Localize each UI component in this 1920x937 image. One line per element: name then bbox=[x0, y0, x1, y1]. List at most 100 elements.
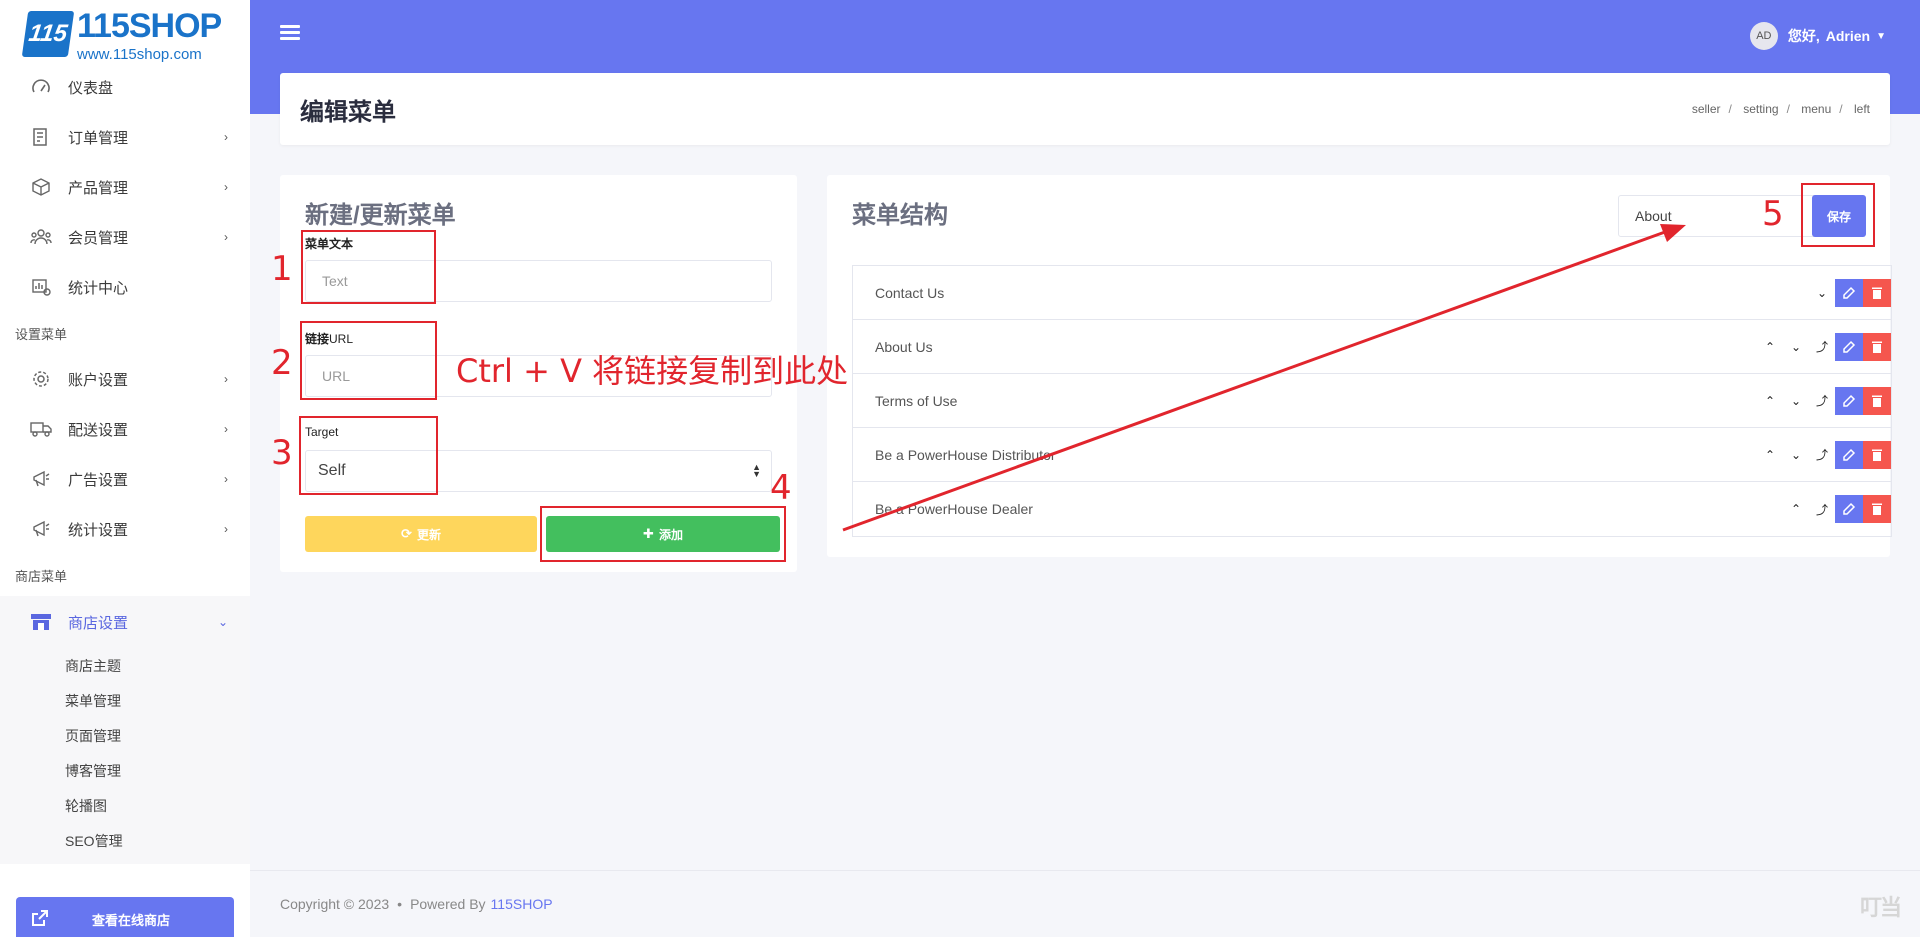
annotation-number-3: 3 bbox=[271, 433, 293, 473]
sidebar-item-settings-2[interactable]: 广告设置 › bbox=[0, 454, 250, 504]
copyright: Copyright © 2023 bbox=[280, 896, 390, 912]
section-settings: 设置菜单 bbox=[15, 326, 68, 342]
chevron-down-icon[interactable]: ⌄ bbox=[1809, 286, 1835, 300]
edit-icon[interactable] bbox=[1835, 332, 1863, 361]
chevron-up-icon[interactable]: ⌃ bbox=[1757, 340, 1783, 354]
avatar: AD bbox=[1749, 22, 1778, 50]
annotation-box-3 bbox=[299, 416, 438, 495]
visit-store-label: 查看在线商店 bbox=[91, 912, 170, 928]
trash-icon[interactable] bbox=[1863, 440, 1891, 469]
gear-icon bbox=[30, 368, 52, 390]
chevron-right-icon: › bbox=[224, 472, 228, 486]
update-button[interactable]: ⟳ 更新 bbox=[305, 516, 537, 552]
page-title: 编辑菜单 bbox=[300, 98, 396, 126]
breadcrumb-item[interactable]: menu bbox=[1801, 102, 1831, 116]
trash-icon[interactable] bbox=[1863, 332, 1891, 361]
menu-name-input[interactable] bbox=[1618, 195, 1818, 237]
annotation-box-4 bbox=[540, 506, 786, 562]
sidebar-item-settings-0[interactable]: 账户设置 › bbox=[0, 354, 250, 404]
edit-icon[interactable] bbox=[1835, 278, 1863, 307]
edit-icon[interactable] bbox=[1835, 386, 1863, 415]
breadcrumb-item[interactable]: setting bbox=[1743, 102, 1778, 116]
chevron-right-icon: › bbox=[224, 422, 228, 436]
external-link-icon bbox=[32, 909, 48, 929]
structure-title: 菜单结构 bbox=[852, 202, 948, 229]
sidebar-item-shop-settings[interactable]: 商店设置 ⌄ bbox=[0, 596, 250, 648]
submenu-item[interactable]: 轮播图 bbox=[0, 788, 250, 823]
menu-item-label: Be a PowerHouse Distributor bbox=[875, 446, 1056, 463]
trash-icon[interactable] bbox=[1863, 495, 1891, 523]
chevron-right-icon: › bbox=[224, 130, 228, 144]
sidebar-item-label: 仪表盘 bbox=[68, 79, 114, 97]
chevron-right-icon: › bbox=[224, 180, 228, 194]
sidebar-item-settings-1[interactable]: 配送设置 › bbox=[0, 404, 250, 454]
chevron-down-icon[interactable]: ⌄ bbox=[1783, 340, 1809, 354]
select-arrows-icon: ▲ ▼ bbox=[752, 462, 761, 479]
chevron-up-icon[interactable]: ⌃ bbox=[1757, 394, 1783, 408]
chevron-right-icon: › bbox=[224, 230, 228, 244]
sidebar-item-label: 广告设置 bbox=[68, 471, 129, 489]
annotation-box-2 bbox=[300, 321, 437, 400]
sidebar-item-label: 统计设置 bbox=[68, 521, 129, 539]
sidebar: 115 115SHOP www.115shop.com 仪表盘 订单管理 › 产品管理… bbox=[0, 0, 250, 937]
submenu-item[interactable]: 菜单管理 bbox=[0, 683, 250, 718]
submenu-item[interactable]: 博客管理 bbox=[0, 753, 250, 788]
menu-item-label: Terms of Use bbox=[875, 392, 958, 409]
submenu-item[interactable]: 页面管理 bbox=[0, 718, 250, 753]
menu-structure-row: About Us ⌃ ⌄ ⤴ bbox=[853, 320, 1891, 374]
move-out-icon[interactable]: ⤴ bbox=[1809, 501, 1835, 518]
footer: Copyright © 2023 • Powered By 115SHOP bbox=[250, 870, 1920, 937]
sidebar-item-top-4[interactable]: 统计中心 bbox=[0, 262, 250, 312]
logo[interactable]: 115 115SHOP www.115shop.com bbox=[0, 0, 250, 62]
trash-icon[interactable] bbox=[1863, 278, 1891, 307]
chevron-down-icon[interactable]: ⌄ bbox=[1783, 394, 1809, 408]
menu-structure-row: Contact Us ⌄ bbox=[853, 266, 1891, 320]
edit-icon[interactable] bbox=[1835, 495, 1863, 523]
move-out-icon[interactable]: ⤴ bbox=[1809, 338, 1835, 355]
move-out-icon[interactable]: ⤴ bbox=[1809, 446, 1835, 463]
section-shop: 商店菜单 bbox=[15, 568, 68, 584]
footer-brand-link[interactable]: 115SHOP bbox=[491, 896, 553, 912]
edit-icon[interactable] bbox=[1835, 440, 1863, 469]
menu-item-label: Contact Us bbox=[875, 284, 945, 301]
visit-store-button[interactable]: 查看在线商店 bbox=[16, 897, 234, 937]
sidebar-item-top-1[interactable]: 订单管理 › bbox=[0, 112, 250, 162]
menu-structure-row: Terms of Use ⌃ ⌄ ⤴ bbox=[853, 374, 1891, 428]
chevron-up-icon[interactable]: ⌃ bbox=[1783, 502, 1809, 516]
annotation-number-5: 5 bbox=[1762, 194, 1784, 234]
move-out-icon[interactable]: ⤴ bbox=[1809, 392, 1835, 409]
menu-structure-row: Be a PowerHouse Distributor ⌃ ⌄ ⤴ bbox=[853, 428, 1891, 482]
chevron-down-icon[interactable]: ⌄ bbox=[1783, 448, 1809, 462]
shop-submenu: 商店主题 菜单管理 页面管理 博客管理 轮播图 SEO管理 bbox=[0, 648, 250, 864]
menu-structure-row: Be a PowerHouse Dealer ⌃ ⤴ bbox=[853, 482, 1891, 536]
box-icon bbox=[30, 176, 52, 198]
megaphone-icon bbox=[30, 518, 52, 540]
sidebar-item-top-0[interactable]: 仪表盘 bbox=[0, 62, 250, 112]
watermark-logo: 叮当 bbox=[1859, 895, 1902, 920]
sidebar-item-top-2[interactable]: 产品管理 › bbox=[0, 162, 250, 212]
megaphone-icon bbox=[30, 468, 52, 490]
annotation-hint: Ctrl + V 将链接复制到此处 bbox=[456, 352, 849, 390]
order-icon bbox=[30, 126, 52, 148]
sidebar-item-label: 产品管理 bbox=[68, 179, 129, 197]
stats-icon bbox=[30, 276, 52, 298]
trash-icon[interactable] bbox=[1863, 386, 1891, 415]
users-icon bbox=[30, 226, 52, 248]
chevron-up-icon[interactable]: ⌃ bbox=[1757, 448, 1783, 462]
powered-by: Powered By bbox=[410, 896, 486, 912]
update-button-label: 更新 bbox=[416, 527, 441, 542]
annotation-number-2: 2 bbox=[271, 343, 293, 383]
sidebar-item-top-3[interactable]: 会员管理 › bbox=[0, 212, 250, 262]
menu-toggle-icon[interactable] bbox=[280, 25, 300, 41]
user-menu[interactable]: AD 您好, Adrien ▼ bbox=[1749, 22, 1886, 50]
submenu-item[interactable]: SEO管理 bbox=[0, 823, 250, 858]
logo-url: www.115shop.com bbox=[77, 45, 202, 63]
annotation-box-5 bbox=[1801, 183, 1875, 247]
sidebar-item-settings-3[interactable]: 统计设置 › bbox=[0, 504, 250, 554]
annotation-number-1: 1 bbox=[271, 249, 293, 289]
submenu-item[interactable]: 商店主题 bbox=[0, 648, 250, 683]
menu-item-label: Be a PowerHouse Dealer bbox=[875, 501, 1033, 517]
page-header-card: 编辑菜单 seller / setting / menu / left bbox=[280, 73, 1890, 145]
form-title: 新建/更新菜单 bbox=[305, 202, 456, 229]
breadcrumb-item[interactable]: seller bbox=[1692, 102, 1721, 116]
